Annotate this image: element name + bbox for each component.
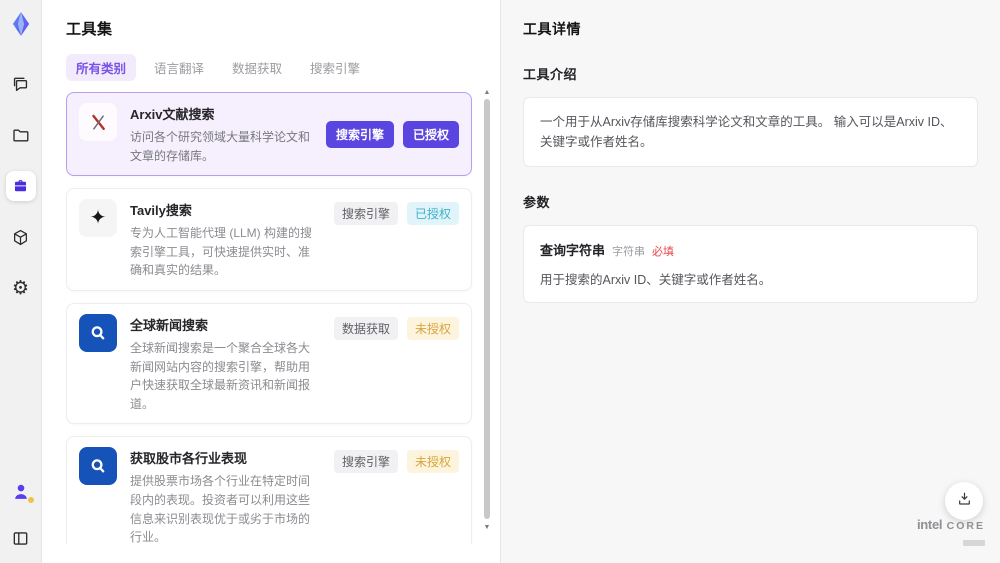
cube-icon [11, 228, 30, 247]
arxiv-icon [79, 103, 117, 141]
auth-status-badge: 已授权 [402, 120, 459, 148]
sidebar-item-chat[interactable] [6, 69, 36, 99]
gear-icon: ⚙ [11, 277, 30, 299]
sidebar-item-tools[interactable] [5, 171, 36, 201]
auth-status-badge: 未授权 [406, 316, 459, 340]
tab-category-2[interactable]: 数据获取 [222, 54, 292, 81]
param-name: 查询字符串 [540, 243, 606, 258]
scrollbar-up-arrow[interactable]: ▲ [483, 88, 491, 98]
tool-text: Arxiv文献搜索 访问各个研究领域大量科学论文和文章的存储库。 [130, 103, 313, 165]
tab-category-0[interactable]: 所有类别 [66, 54, 137, 81]
sidebar-nav: ⚙ [5, 69, 36, 303]
tool-text: 全球新闻搜索 全球新闻搜索是一个聚合全球各大新闻网站内容的搜索引擎，帮助用户快速… [130, 314, 321, 413]
tab-category-3[interactable]: 搜索引擎 [300, 54, 370, 81]
download-button[interactable] [945, 482, 983, 520]
download-icon [956, 490, 973, 512]
tool-name: Arxiv文献搜索 [130, 107, 215, 122]
sidebar-bottom [6, 477, 36, 553]
tool-card[interactable]: 全球新闻搜索 全球新闻搜索是一个聚合全球各大新闻网站内容的搜索引擎，帮助用户快速… [66, 302, 472, 425]
tool-description: 全球新闻搜索是一个聚合全球各大新闻网站内容的搜索引擎，帮助用户快速获取全球最新资… [130, 340, 311, 411]
tool-name: 获取股市各行业表现 [130, 451, 248, 467]
auth-status-badge: 已授权 [406, 202, 459, 226]
param-type: 字符串 [612, 246, 646, 258]
intro-text: 一个用于从Arxiv存储库搜索科学论文和文章的工具。 输入可以是Arxiv ID… [540, 115, 953, 149]
sidebar-item-plugins[interactable] [6, 222, 36, 252]
folder-icon [11, 126, 30, 145]
tool-card[interactable]: Arxiv文献搜索 访问各个研究领域大量科学论文和文章的存储库。 搜索引擎 已授… [66, 92, 472, 177]
intro-card: 一个用于从Arxiv存储库搜索科学论文和文章的工具。 输入可以是Arxiv ID… [523, 97, 978, 167]
param-required-tag: 必填 [652, 246, 675, 258]
core-wordmark: CORE [946, 519, 985, 532]
tool-badges: 数据获取 未授权 [333, 314, 459, 413]
category-badge: 搜索引擎 [333, 202, 398, 226]
user-avatar[interactable] [6, 477, 36, 507]
scrollbar-thumb[interactable] [484, 99, 490, 519]
detail-title: 工具详情 [523, 21, 581, 37]
category-tabs: 所有类别 语言翻译 数据获取 搜索引擎 [66, 54, 500, 81]
status-dot [27, 497, 34, 503]
tool-detail-panel: 工具详情 工具介绍 一个用于从Arxiv存储库搜索科学论文和文章的工具。 输入可… [500, 0, 1000, 563]
tool-card[interactable]: 获取股市各行业表现 提供股票市场各个行业在特定时间段内的表现。投资者可以利用这些… [66, 436, 472, 544]
tool-badges: 搜索引擎 未授权 [333, 447, 459, 544]
tool-card[interactable]: ✦ Tavily搜索 专为人工智能代理 (LLM) 构建的搜索引擎工具，可快速提… [66, 188, 472, 291]
tool-name: 全球新闻搜索 [130, 317, 209, 333]
chat-icon [11, 75, 30, 94]
intel-sub-mark [963, 540, 985, 547]
tool-text: Tavily搜索 专为人工智能代理 (LLM) 构建的搜索引擎工具，可快速提供实… [130, 199, 321, 280]
category-badge: 搜索引擎 [333, 450, 398, 474]
page-title: 工具集 [66, 21, 113, 38]
auth-status-badge: 未授权 [406, 450, 459, 474]
tool-list: Arxiv文献搜索 访问各个研究领域大量科学论文和文章的存储库。 搜索引擎 已授… [66, 92, 500, 544]
intel-wordmark: intel [916, 516, 943, 532]
params-heading: 参数 [523, 195, 551, 210]
list-scrollbar[interactable]: ▲ ▼ [483, 88, 491, 561]
news-icon [79, 447, 117, 486]
intel-core-logo: intel CORE [917, 516, 985, 551]
param-description: 用于搜索的Arxiv ID、关键字或作者姓名。 [540, 273, 772, 287]
category-badge: 搜索引擎 [325, 120, 394, 148]
user-avatar-icon [10, 481, 34, 503]
sidebar-collapse-button[interactable] [6, 523, 36, 553]
tab-category-1[interactable]: 语言翻译 [144, 54, 214, 81]
tool-text: 获取股市各行业表现 提供股票市场各个行业在特定时间段内的表现。投资者可以利用这些… [130, 447, 321, 544]
sidebar-item-settings[interactable]: ⚙ [6, 273, 36, 303]
tool-description: 专为人工智能代理 (LLM) 构建的搜索引擎工具，可快速提供实时、准确和真实的结… [130, 226, 313, 278]
param-card: 查询字符串 字符串 必填 用于搜索的Arxiv ID、关键字或作者姓名。 [523, 225, 978, 303]
sidebar-item-files[interactable] [6, 120, 36, 150]
tool-badges: 搜索引擎 已授权 [325, 120, 459, 148]
intro-heading: 工具介绍 [523, 67, 578, 82]
sidebar: ⚙ [0, 0, 42, 563]
tool-name: Tavily搜索 [130, 203, 192, 219]
tool-list-panel: 工具集 所有类别 语言翻译 数据获取 搜索引擎 Arxiv文献搜索 访问各个研究领域大… [42, 0, 500, 563]
app-logo-icon [6, 9, 36, 39]
tool-description: 访问各个研究领域大量科学论文和文章的存储库。 [130, 130, 311, 163]
tool-description: 提供股票市场各个行业在特定时间段内的表现。投资者可以利用这些信息来识别表现优于或… [130, 474, 311, 544]
scrollbar-down-arrow[interactable]: ▼ [483, 523, 491, 533]
tool-badges: 搜索引擎 已授权 [333, 199, 459, 280]
tavily-icon: ✦ [79, 199, 117, 238]
app-window: ⚙ 工具集 所有类别 语言翻译 数据获取 搜索引擎 Arxiv文献搜索 访问各个… [0, 0, 1000, 563]
briefcase-icon [11, 177, 30, 196]
news-icon [79, 313, 117, 352]
category-badge: 数据获取 [333, 316, 398, 340]
collapse-panel-icon [11, 529, 30, 548]
param-head: 查询字符串 字符串 必填 [540, 240, 961, 259]
